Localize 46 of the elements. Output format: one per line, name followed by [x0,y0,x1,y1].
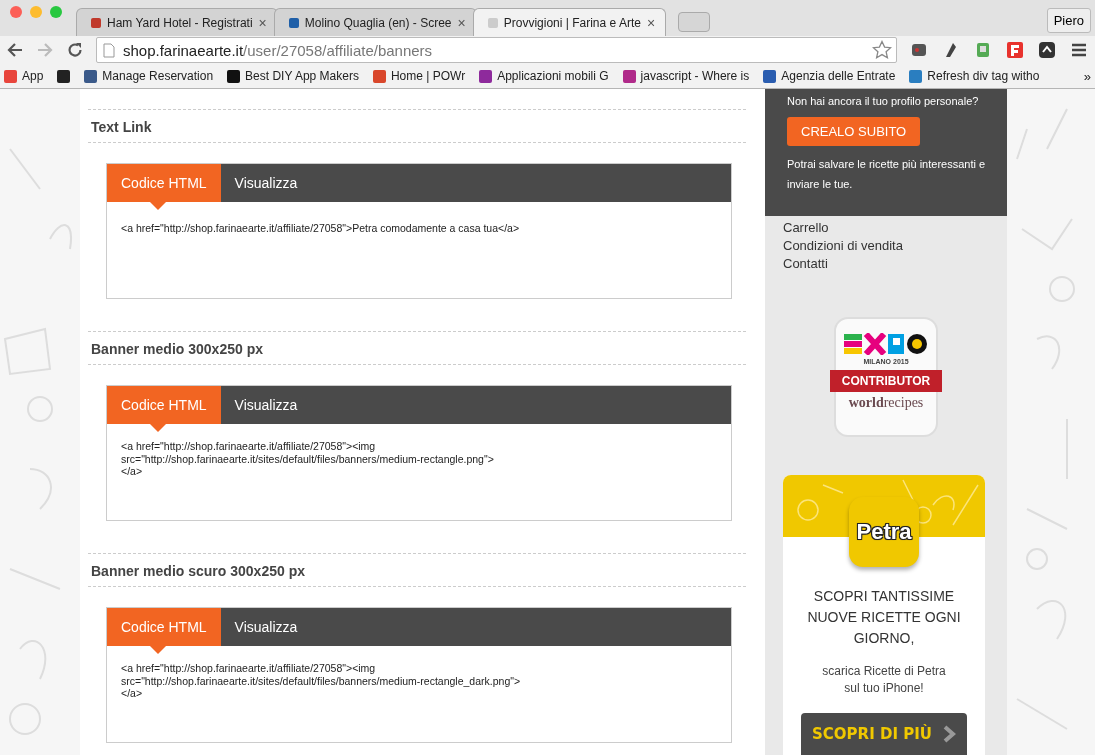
bookmark[interactable]: Refresh div tag witho [909,69,1040,83]
address-bar[interactable]: shop.farinaearte.it/user/27058/affiliate/banners [96,37,897,63]
bookmark[interactable] [57,69,71,83]
sidebar-link[interactable]: Contatti [783,256,989,271]
bookmark[interactable]: Agenzia delle Entrate [763,69,896,83]
close-tab-button[interactable]: × [457,14,466,31]
close-tab-button[interactable]: × [258,14,267,31]
bookmark[interactable]: javascript - Where is [622,69,750,83]
reload-icon[interactable] [66,41,84,59]
code-tab[interactable]: Visualizza [220,164,312,202]
html-code: <a href="http://shop.farinaearte.it/affiliate/27058">Petra comodamente a casa tua</a> [121,222,520,235]
extension-icon[interactable] [1037,40,1057,60]
tab-pointer [150,646,166,654]
back-icon[interactable] [6,41,24,59]
html-code: <a href="http://shop.farinaearte.it/affiliate/27058"><img src="http://shop.farinaearte.it/sites/default/files/banners/medium-rectangle.png"> </a> [121,440,494,478]
page-icon [103,42,115,58]
close-window-button[interactable] [10,6,22,18]
expo-logo-icon [844,333,928,355]
more-bookmarks-button[interactable]: » [1083,68,1091,84]
profile-note: Potrai salvare le ricette più interessanti e inviare le tue. [787,157,987,192]
tab-pointer [150,202,166,210]
discover-button[interactable]: SCOPRI DI PIÙ [801,713,967,755]
code-tab[interactable]: Visualizza [220,386,312,424]
section-title: Text Link [88,109,746,143]
bookmark[interactable]: Best DIY App Makers [227,69,359,83]
section-title: Banner medio 300x250 px [88,331,746,365]
profile-question: Non hai ancora il tuo profilo personale? [787,95,980,107]
sidebar-link[interactable]: Carrello [783,220,989,235]
code-tab[interactable]: Visualizza [220,608,312,646]
html-code: <a href="http://shop.farinaearte.it/affiliate/27058"><img src="http://shop.farinaearte.it/sites/default/files/banners/medium-rectangle_dark.png"> </a> [121,662,521,700]
ad-headline: SCOPRI TANTISSIME NUOVE RICETTE OGNI GIORNO, [806,587,962,649]
section-title: Banner medio scuro 300x250 px [88,553,746,587]
chevron-icon [941,725,956,743]
bookmark[interactable]: Manage Reservation [84,69,214,83]
bookmark[interactable]: Applicazioni mobili G [479,69,609,83]
badge-brand: worldrecipes [848,395,924,411]
tab-pointer [150,424,166,432]
browser-tab[interactable]: Provvigioni | Farina e Arte × [472,8,667,36]
ad-text: scarica Ricette di Petra sul tuo iPhone! [821,663,947,697]
badge-ribbon: CONTRIBUTOR [829,370,943,392]
bookmark[interactable]: App [4,69,44,83]
sidebar-link[interactable]: Condizioni di vendita [783,238,989,253]
star-icon[interactable] [872,40,892,60]
bookmark[interactable]: Home | POWr [372,69,466,83]
close-tab-button[interactable]: × [646,14,656,31]
profile-button[interactable]: Piero [1046,7,1091,33]
